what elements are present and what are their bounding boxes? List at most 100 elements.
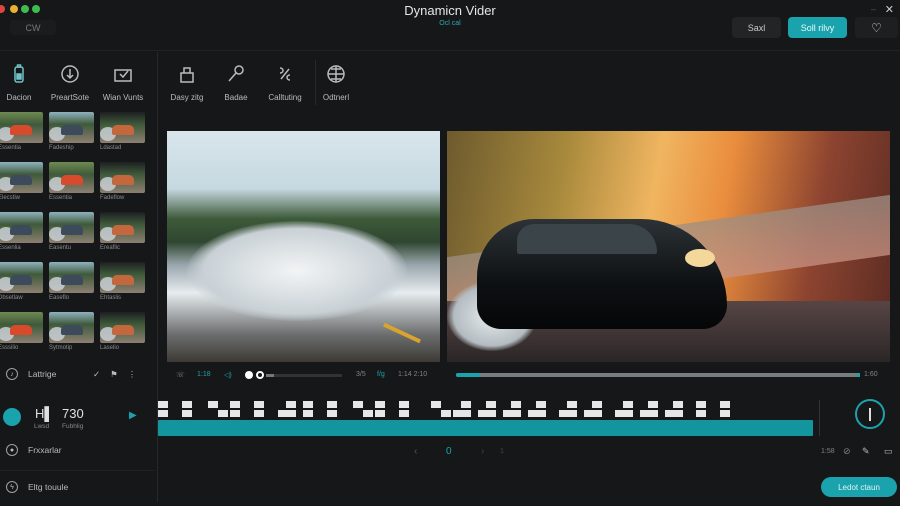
keyframe-marker[interactable] xyxy=(158,401,168,408)
header-divider xyxy=(0,50,900,51)
keyframe-marker[interactable] xyxy=(303,401,313,408)
keyframe-marker[interactable] xyxy=(182,410,192,417)
tool-calltuting[interactable]: Calltuting xyxy=(260,64,310,102)
keyframe-marker[interactable] xyxy=(511,401,521,408)
favorite-button[interactable]: ♡ xyxy=(855,17,898,38)
phone-icon[interactable]: ☏ xyxy=(176,371,185,379)
keyframe-marker[interactable] xyxy=(278,410,296,417)
keyframe-marker[interactable] xyxy=(399,410,409,417)
tool-badae[interactable]: Badae xyxy=(211,64,261,102)
footer-action-button[interactable]: Ledot ctaun xyxy=(821,477,897,497)
keyframe-marker[interactable] xyxy=(375,410,385,417)
keyframe-marker[interactable] xyxy=(592,401,602,408)
keyframe-marker[interactable] xyxy=(353,401,363,408)
keyframe-marker[interactable] xyxy=(567,401,577,408)
clip-thumbnail[interactable] xyxy=(49,212,94,243)
tool-preartsote[interactable]: PreartSote xyxy=(45,64,95,102)
keyframe-marker[interactable] xyxy=(375,401,385,408)
keyframe-marker[interactable] xyxy=(453,410,471,417)
close-button[interactable]: ✕ xyxy=(885,3,894,16)
clip-thumbnail[interactable] xyxy=(100,112,145,143)
clip-thumbnail[interactable] xyxy=(100,262,145,293)
clip-thumbnail[interactable] xyxy=(0,262,43,293)
clip-thumbnail[interactable] xyxy=(0,312,43,343)
keyframe-marker[interactable] xyxy=(254,401,264,408)
preview-left-progress[interactable] xyxy=(266,374,342,377)
keyframe-marker[interactable] xyxy=(584,410,602,417)
keyframe-marker[interactable] xyxy=(648,401,658,408)
keyframe-marker[interactable] xyxy=(182,401,192,408)
clip-thumbnail[interactable] xyxy=(100,162,145,193)
clip-thumbnail[interactable] xyxy=(100,212,145,243)
export-button[interactable]: Soll rilvy xyxy=(788,17,847,38)
keyframe-marker[interactable] xyxy=(303,410,313,417)
timeline-track[interactable] xyxy=(158,420,813,436)
preview-left[interactable] xyxy=(167,131,440,362)
keyframe-marker[interactable] xyxy=(230,401,240,408)
track-badge-icon[interactable] xyxy=(3,408,21,426)
clip-thumbnail[interactable] xyxy=(49,112,94,143)
speed-control[interactable]: f/g xyxy=(377,371,385,378)
keyframe-marker[interactable] xyxy=(230,410,240,417)
prev-button[interactable]: ‹ xyxy=(414,446,417,457)
clip-thumbnail[interactable] xyxy=(0,112,43,143)
keyframe-marker[interactable] xyxy=(431,401,441,408)
sidebar-row-preview[interactable]: ● Frxxarlar xyxy=(0,444,155,456)
tool-odtnerl[interactable]: Odtnerl xyxy=(311,64,361,102)
keyframe-marker[interactable] xyxy=(696,410,706,417)
keyframe-marker[interactable] xyxy=(696,401,706,408)
minimize-button[interactable]: ‒ xyxy=(871,4,876,14)
tool-dasy-zitg[interactable]: Dasy zitg xyxy=(162,64,212,102)
keyframe-marker[interactable] xyxy=(665,410,683,417)
scrubber-handle-end[interactable] xyxy=(256,371,264,379)
record-button[interactable] xyxy=(855,399,885,429)
keyframe-marker[interactable] xyxy=(441,410,451,417)
tool-wian-vunts[interactable]: Wian Vunts xyxy=(98,64,148,102)
pin-icon[interactable]: ⚑ xyxy=(110,369,118,380)
keyframe-marker[interactable] xyxy=(461,401,471,408)
keyframe-marker[interactable] xyxy=(623,401,633,408)
tool-dacion[interactable]: Dacion xyxy=(0,64,44,102)
clip-thumbnail[interactable] xyxy=(100,312,145,343)
preview-right-progress[interactable] xyxy=(456,373,860,377)
keyframe-marker[interactable] xyxy=(536,401,546,408)
clip-thumbnail[interactable] xyxy=(0,212,43,243)
keyframe-marker[interactable] xyxy=(720,410,730,417)
save-button[interactable]: Saxl xyxy=(732,17,781,38)
keyframe-marker[interactable] xyxy=(327,401,337,408)
more-icon[interactable]: ⋮ xyxy=(128,369,137,380)
preview-right[interactable] xyxy=(447,131,890,362)
keyframe-marker[interactable] xyxy=(673,401,683,408)
keyframe-marker[interactable] xyxy=(254,410,264,417)
check-icon[interactable]: ✓ xyxy=(93,369,100,380)
clip-thumbnail[interactable] xyxy=(49,162,94,193)
sidebar-row-background[interactable]: ϟ Eltg touule xyxy=(0,481,155,493)
next-button[interactable]: › xyxy=(481,446,484,457)
back-button[interactable]: CW xyxy=(10,20,56,35)
keyframe-marker[interactable] xyxy=(559,410,577,417)
keyframe-marker[interactable] xyxy=(327,410,337,417)
keyframe-marker[interactable] xyxy=(399,401,409,408)
keyframe-marker[interactable] xyxy=(528,410,546,417)
keyframe-marker[interactable] xyxy=(640,410,658,417)
keyframe-marker[interactable] xyxy=(158,410,168,417)
clip-thumbnail[interactable] xyxy=(49,312,94,343)
keyframe-marker[interactable] xyxy=(286,401,296,408)
trim-tool-icon[interactable]: ▭ xyxy=(884,446,893,457)
volume-icon[interactable]: ◁) xyxy=(224,371,232,379)
play-button[interactable]: ▶ xyxy=(129,410,137,421)
keyframe-marker[interactable] xyxy=(208,401,218,408)
edit-tool-icon[interactable]: ✎ xyxy=(862,446,870,457)
link-tool-icon[interactable]: ⊘ xyxy=(843,446,851,457)
keyframe-marker[interactable] xyxy=(720,401,730,408)
keyframe-marker[interactable] xyxy=(218,410,228,417)
keyframe-marker[interactable] xyxy=(363,410,373,417)
keyframe-marker[interactable] xyxy=(478,410,496,417)
keyframe-marker[interactable] xyxy=(615,410,633,417)
clip-thumbnail[interactable] xyxy=(49,262,94,293)
keyframe-marker[interactable] xyxy=(503,410,521,417)
sidebar-row-language[interactable]: ♪ Lattrige ✓ ⚑ ⋮ xyxy=(0,368,155,380)
clip-thumbnail[interactable] xyxy=(0,162,43,193)
keyframe-marker[interactable] xyxy=(486,401,496,408)
scrubber-handle[interactable] xyxy=(245,371,253,379)
